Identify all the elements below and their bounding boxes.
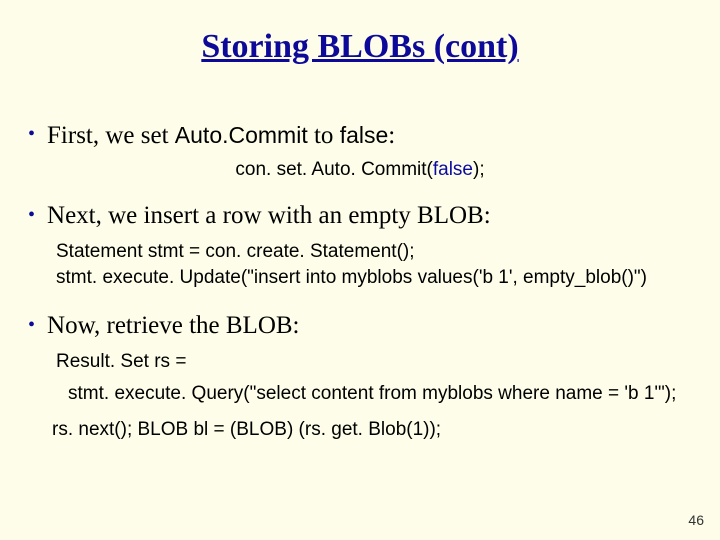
- b1-false: false: [340, 122, 389, 148]
- slide: Storing BLOBs (cont) • First, we set Aut…: [0, 0, 720, 540]
- bullet-3-text: Now, retrieve the BLOB:: [47, 311, 299, 341]
- c1-post: );: [473, 159, 485, 180]
- b1-post: :: [388, 122, 395, 149]
- b1-mid: to: [308, 122, 340, 149]
- code-2: Statement stmt = con. create. Statement(…: [56, 239, 692, 291]
- b1-pre: First, we set: [47, 122, 175, 149]
- bullet-2: • Next, we insert a row with an empty BL…: [28, 201, 692, 231]
- c2b: stmt. execute. Update("insert into myblo…: [56, 265, 692, 291]
- slide-title: Storing BLOBs (cont): [0, 28, 720, 66]
- b1-ac: Auto.Commit: [175, 122, 308, 148]
- code-3a: Result. Set rs =: [56, 349, 692, 375]
- c1-false: false: [433, 159, 473, 180]
- bullet-3: • Now, retrieve the BLOB:: [28, 311, 692, 341]
- page-number: 46: [688, 512, 704, 528]
- code-1: con. set. Auto. Commit(false);: [28, 159, 692, 181]
- c2a: Statement stmt = con. create. Statement(…: [56, 239, 692, 265]
- code-3b: stmt. execute. Query("select content fro…: [68, 381, 692, 407]
- bullet-dot-icon: •: [28, 201, 35, 229]
- bullet-dot-icon: •: [28, 120, 35, 148]
- bullet-2-text: Next, we insert a row with an empty BLOB…: [47, 201, 491, 231]
- c1-pre: con. set. Auto. Commit(: [235, 159, 432, 180]
- bullet-dot-icon: •: [28, 311, 35, 339]
- bullet-1: • First, we set Auto.Commit to false:: [28, 120, 692, 151]
- slide-content: • First, we set Auto.Commit to false: co…: [28, 120, 692, 463]
- bullet-1-text: First, we set Auto.Commit to false:: [47, 120, 395, 151]
- code-3c: rs. next(); BLOB bl = (BLOB) (rs. get. B…: [52, 417, 692, 443]
